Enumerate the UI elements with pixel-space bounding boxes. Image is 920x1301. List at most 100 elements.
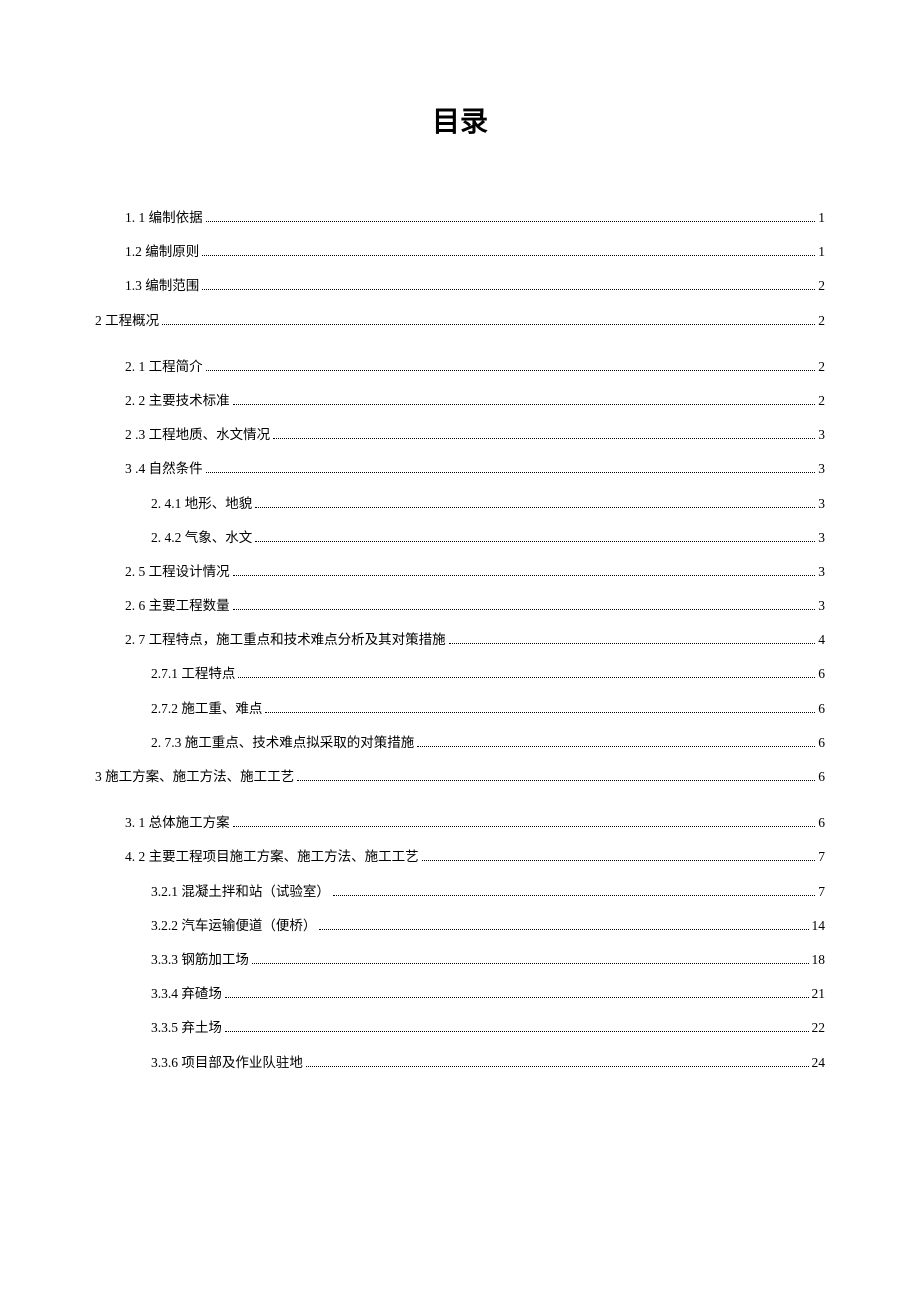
toc-page-number: 7 (818, 884, 825, 900)
toc-label: 3.2.2 汽车运输便道（便桥） (151, 918, 316, 934)
toc-page-number: 2 (818, 278, 825, 294)
toc-leader-dots (319, 929, 808, 930)
toc-label: 2. 4.1 地形、地貌 (151, 496, 252, 512)
toc-page-number: 7 (818, 849, 825, 865)
toc-label: 2.7.1 工程特点 (151, 666, 235, 682)
toc-leader-dots (225, 1031, 809, 1032)
toc-entry: 2 工程概况 2 (95, 313, 825, 329)
toc-leader-dots (422, 860, 816, 861)
toc-leader-dots (449, 643, 816, 644)
toc-label: 3.3.5 弃土场 (151, 1020, 222, 1036)
toc-leader-dots (162, 324, 815, 325)
toc-label: 3.2.1 混凝土拌和站（试验室） (151, 884, 330, 900)
toc-page-number: 21 (812, 986, 826, 1002)
toc-label: 3 .4 自然条件 (125, 461, 203, 477)
toc-page-number: 6 (818, 701, 825, 717)
toc-leader-dots (306, 1066, 809, 1067)
toc-leader-dots (252, 963, 809, 964)
toc-leader-dots (255, 507, 815, 508)
toc-page-number: 2 (818, 359, 825, 375)
toc-entry: 3 .4 自然条件 3 (95, 461, 825, 477)
toc-label: 2. 7.3 施工重点、技术难点拟采取的对策措施 (151, 735, 414, 751)
toc-label: 2 工程概况 (95, 313, 159, 329)
toc-entry: 1.3 编制范围 2 (95, 278, 825, 294)
toc-leader-dots (417, 746, 815, 747)
toc-page-number: 3 (818, 598, 825, 614)
toc-leader-dots (297, 780, 815, 781)
toc-label: 2. 5 工程设计情况 (125, 564, 230, 580)
toc-leader-dots (233, 826, 816, 827)
toc-label: 3 施工方案、施工方法、施工工艺 (95, 769, 294, 785)
toc-page-number: 3 (818, 496, 825, 512)
toc-leader-dots (233, 404, 816, 405)
toc-entry: 1. 1 编制依据 1 (95, 210, 825, 226)
toc-page-number: 6 (818, 735, 825, 751)
toc-leader-dots (202, 289, 815, 290)
toc-leader-dots (238, 677, 815, 678)
toc-label: 2. 6 主要工程数量 (125, 598, 230, 614)
toc-label: 1.2 编制原则 (125, 244, 199, 260)
toc-page-number: 6 (818, 769, 825, 785)
toc-entry: 3.2.2 汽车运输便道（便桥） 14 (95, 918, 825, 934)
toc-leader-dots (273, 438, 815, 439)
toc-page-number: 3 (818, 427, 825, 443)
toc-entry: 2. 7 工程特点，施工重点和技术难点分析及其对策措施 4 (95, 632, 825, 648)
toc-leader-dots (255, 541, 815, 542)
toc-page-number: 3 (818, 564, 825, 580)
toc-entry: 2. 4.2 气象、水文3 (95, 530, 825, 546)
toc-page-number: 4 (818, 632, 825, 648)
toc-leader-dots (206, 221, 816, 222)
toc-entry: 3. 1 总体施工方案 6 (95, 815, 825, 831)
toc-entry: 2. 5 工程设计情况 3 (95, 564, 825, 580)
toc-page-number: 2 (818, 313, 825, 329)
toc-leader-dots (225, 997, 809, 998)
toc-leader-dots (233, 575, 816, 576)
toc-leader-dots (206, 370, 816, 371)
toc-page-number: 2 (818, 393, 825, 409)
toc-label: 1.3 编制范围 (125, 278, 199, 294)
toc-page-number: 6 (818, 815, 825, 831)
toc-label: 2.7.2 施工重、难点 (151, 701, 262, 717)
toc-entry: 3.3.6 项目部及作业队驻地24 (95, 1055, 825, 1071)
toc-page-number: 14 (812, 918, 826, 934)
toc-entry: 3.2.1 混凝土拌和站（试验室） 7 (95, 884, 825, 900)
toc-page-number: 3 (818, 530, 825, 546)
toc-page-number: 1 (818, 210, 825, 226)
toc-label: 2 .3 工程地质、水文情况 (125, 427, 270, 443)
toc-page-number: 22 (812, 1020, 826, 1036)
toc-page-number: 18 (812, 952, 826, 968)
toc-entry: 3.3.5 弃土场 22 (95, 1020, 825, 1036)
toc-leader-dots (333, 895, 815, 896)
toc-entry: 2 .3 工程地质、水文情况 3 (95, 427, 825, 443)
toc-entry: 2. 2 主要技术标准 2 (95, 393, 825, 409)
toc-label: 2. 1 工程简介 (125, 359, 203, 375)
toc-label: 3.3.3 钢筋加工场 (151, 952, 249, 968)
toc-entry: 1.2 编制原则 1 (95, 244, 825, 260)
toc-page-number: 1 (818, 244, 825, 260)
toc-entry: 4. 2 主要工程项目施工方案、施工方法、施工工艺 7 (95, 849, 825, 865)
toc-entry: 2. 1 工程简介 2 (95, 359, 825, 375)
toc-entry: 3.3.3 钢筋加工场 18 (95, 952, 825, 968)
toc-entry: 2. 4.1 地形、地貌 3 (95, 496, 825, 512)
toc-leader-dots (265, 712, 815, 713)
toc-entry: 3.3.4 弃碴场 21 (95, 986, 825, 1002)
toc-entry: 3 施工方案、施工方法、施工工艺 6 (95, 769, 825, 785)
toc-label: 2. 7 工程特点，施工重点和技术难点分析及其对策措施 (125, 632, 446, 648)
toc-label: 4. 2 主要工程项目施工方案、施工方法、施工工艺 (125, 849, 419, 865)
toc-label: 1. 1 编制依据 (125, 210, 203, 226)
toc-label: 3. 1 总体施工方案 (125, 815, 230, 831)
toc-page-number: 3 (818, 461, 825, 477)
toc-page-number: 24 (812, 1055, 826, 1071)
toc-entry: 2.7.2 施工重、难点 6 (95, 701, 825, 717)
page-title: 目录 (95, 100, 825, 140)
toc-page-number: 6 (818, 666, 825, 682)
toc-label: 3.3.4 弃碴场 (151, 986, 222, 1002)
toc-entry: 2. 7.3 施工重点、技术难点拟采取的对策措施 6 (95, 735, 825, 751)
toc-label: 2. 2 主要技术标准 (125, 393, 230, 409)
table-of-contents: 1. 1 编制依据11.2 编制原则11.3 编制范围22 工程概况22. 1 … (95, 210, 825, 1071)
toc-leader-dots (206, 472, 816, 473)
toc-entry: 2. 6 主要工程数量 3 (95, 598, 825, 614)
toc-entry: 2.7.1 工程特点 6 (95, 666, 825, 682)
toc-leader-dots (202, 255, 815, 256)
toc-leader-dots (233, 609, 816, 610)
